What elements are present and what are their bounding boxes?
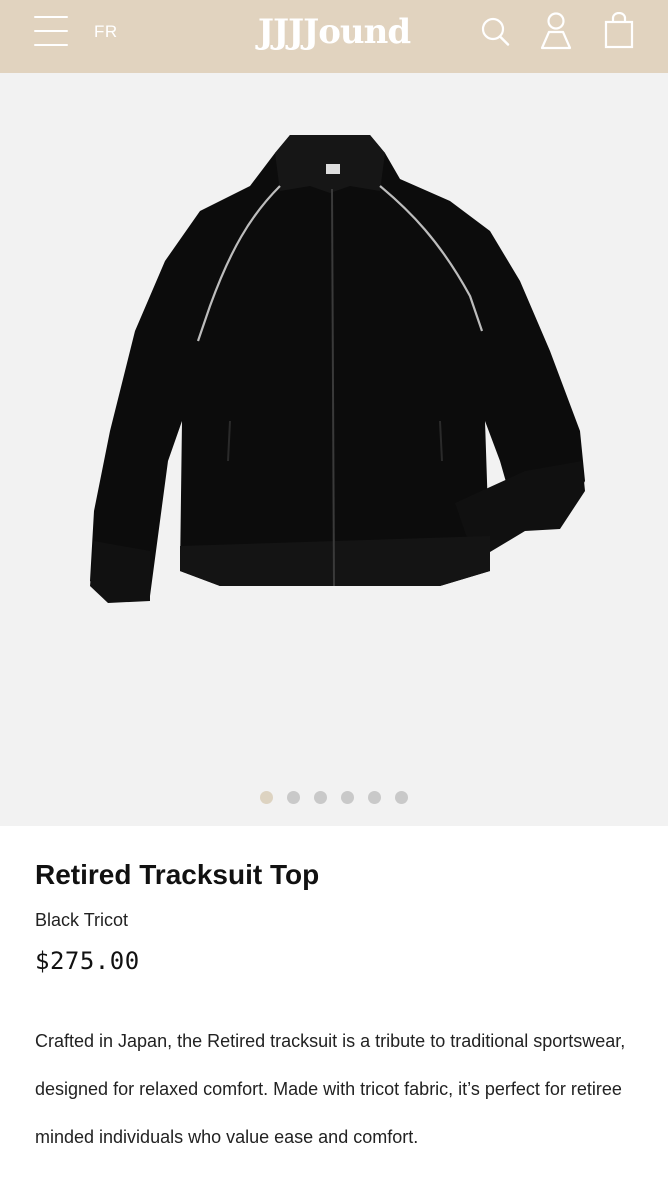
search-icon[interactable] <box>478 12 512 50</box>
site-header: FR JJJJound <box>0 0 668 73</box>
cart-icon[interactable] <box>602 11 636 50</box>
gallery-dot[interactable] <box>260 791 273 804</box>
gallery-dot[interactable] <box>368 791 381 804</box>
product-price: $275.00 <box>35 947 140 975</box>
gallery-dot[interactable] <box>341 791 354 804</box>
gallery-dot[interactable] <box>395 791 408 804</box>
product-variant: Black Tricot <box>35 910 129 930</box>
gallery-dot[interactable] <box>287 791 300 804</box>
gallery-dot[interactable] <box>314 791 327 804</box>
product-description: Crafted in Japan, the Retired tracksuit … <box>35 1031 626 1147</box>
gallery-pagination <box>0 791 668 804</box>
account-icon[interactable] <box>539 12 573 50</box>
product-image-gallery[interactable] <box>0 73 668 826</box>
product-title: Retired Tracksuit Top <box>35 859 320 890</box>
product-image <box>90 135 585 603</box>
